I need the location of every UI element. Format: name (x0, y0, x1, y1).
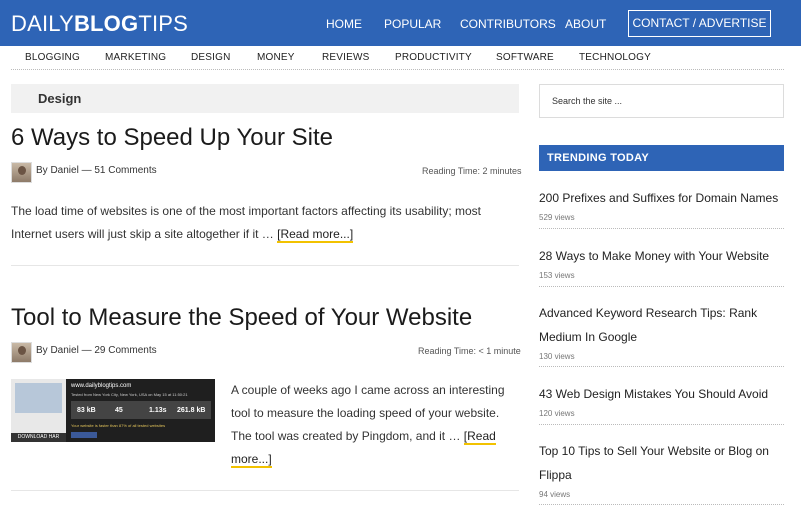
post-excerpt: A couple of weeks ago I came across an i… (231, 379, 516, 471)
trending-item: 200 Prefixes and Suffixes for Domain Nam… (539, 186, 784, 229)
post-excerpt: The load time of websites is one of the … (11, 200, 511, 246)
thumbnail-share-buttons (71, 432, 97, 438)
author-avatar (11, 162, 32, 183)
category-money[interactable]: MONEY (257, 52, 295, 63)
nav-contributors[interactable]: CONTRIBUTORS (460, 17, 556, 31)
category-design[interactable]: DESIGN (191, 52, 231, 63)
nav-about[interactable]: ABOUT (565, 17, 606, 31)
by-label: By (36, 345, 48, 356)
trending-item: Advanced Keyword Research Tips: Rank Med… (539, 301, 784, 367)
category-software[interactable]: SOFTWARE (496, 52, 554, 63)
trending-item: 43 Web Design Mistakes You Should Avoid … (539, 382, 784, 425)
thumbnail-download-har: DOWNLOAD HAR (11, 433, 66, 442)
logo-text-blog: BLOG (73, 11, 139, 36)
author-link[interactable]: Daniel (50, 165, 78, 176)
trending-heading: TRENDING TODAY (547, 152, 649, 164)
trending-title[interactable]: 28 Ways to Make Money with Your Website (539, 244, 784, 268)
thumbnail-screenshot (11, 379, 66, 433)
trending-title[interactable]: 200 Prefixes and Suffixes for Domain Nam… (539, 186, 784, 210)
thumbnail-stats: 83 kB 45 1.13s 261.8 kB (71, 401, 211, 419)
post-thumbnail[interactable]: DOWNLOAD HAR www.dailyblogtips.com Teste… (11, 379, 215, 442)
trending-views: 529 views (539, 213, 575, 222)
post-meta: By Daniel — 29 Comments (36, 345, 157, 356)
trending-item: Top 10 Tips to Sell Your Website or Blog… (539, 439, 784, 505)
post-meta: By Daniel — 51 Comments (36, 165, 157, 176)
contact-advertise-button[interactable]: CONTACT / ADVERTISE (628, 10, 771, 37)
reading-time: Reading Time: 2 minutes (422, 166, 522, 176)
trending-views: 153 views (539, 271, 575, 280)
category-reviews[interactable]: REVIEWS (322, 52, 370, 63)
trending-views: 94 views (539, 490, 571, 499)
category-heading-box: Design (11, 84, 519, 113)
post-divider (11, 490, 519, 491)
category-nav: BLOGGING MARKETING DESIGN MONEY REVIEWS … (11, 46, 784, 70)
thumbnail-site: www.dailyblogtips.com (71, 383, 132, 389)
thumbnail-stat: 45 (115, 407, 123, 414)
site-header: DAILYBLOGTIPS HOME POPULAR CONTRIBUTORS … (0, 0, 801, 46)
nav-popular[interactable]: POPULAR (384, 17, 441, 31)
author-link[interactable]: Daniel (50, 345, 78, 356)
category-blogging[interactable]: BLOGGING (25, 52, 80, 63)
search-box (539, 84, 784, 118)
site-logo[interactable]: DAILYBLOGTIPS (11, 11, 188, 37)
search-input[interactable] (540, 85, 783, 117)
excerpt-text: The load time of websites is one of the … (11, 204, 481, 241)
trending-title[interactable]: 43 Web Design Mistakes You Should Avoid (539, 382, 784, 406)
category-marketing[interactable]: MARKETING (105, 52, 166, 63)
author-avatar (11, 342, 32, 363)
reading-time: Reading Time: < 1 minute (418, 346, 521, 356)
post-title[interactable]: 6 Ways to Speed Up Your Site (11, 124, 333, 152)
comments-link[interactable]: 51 Comments (94, 165, 156, 176)
thumbnail-stat: 83 kB (77, 407, 96, 414)
by-label: By (36, 165, 48, 176)
meta-dash: — (81, 165, 92, 176)
read-more-link[interactable]: [Read more...] (277, 227, 354, 243)
category-productivity[interactable]: PRODUCTIVITY (395, 52, 472, 63)
thumbnail-note: Your website is faster than 87% of all t… (71, 423, 166, 428)
trending-title[interactable]: Advanced Keyword Research Tips: Rank Med… (539, 301, 784, 349)
trending-heading-bar: TRENDING TODAY (539, 145, 784, 171)
thumbnail-tested: Tested from New York City, New York, USA… (71, 392, 188, 397)
meta-dash: — (81, 345, 92, 356)
trending-views: 120 views (539, 409, 575, 418)
trending-title[interactable]: Top 10 Tips to Sell Your Website or Blog… (539, 439, 784, 487)
post-divider (11, 265, 519, 266)
nav-home[interactable]: HOME (326, 17, 362, 31)
post-title[interactable]: Tool to Measure the Speed of Your Websit… (11, 304, 472, 332)
trending-item: 28 Ways to Make Money with Your Website … (539, 244, 784, 287)
logo-text-daily: DAILY (11, 11, 74, 36)
category-technology[interactable]: TECHNOLOGY (579, 52, 651, 63)
comments-link[interactable]: 29 Comments (94, 345, 156, 356)
thumbnail-stat: 1.13s (149, 407, 167, 414)
category-heading: Design (38, 91, 82, 106)
thumbnail-stat: 261.8 kB (177, 407, 206, 414)
logo-text-tips: TIPS (138, 11, 189, 36)
trending-views: 130 views (539, 352, 575, 361)
